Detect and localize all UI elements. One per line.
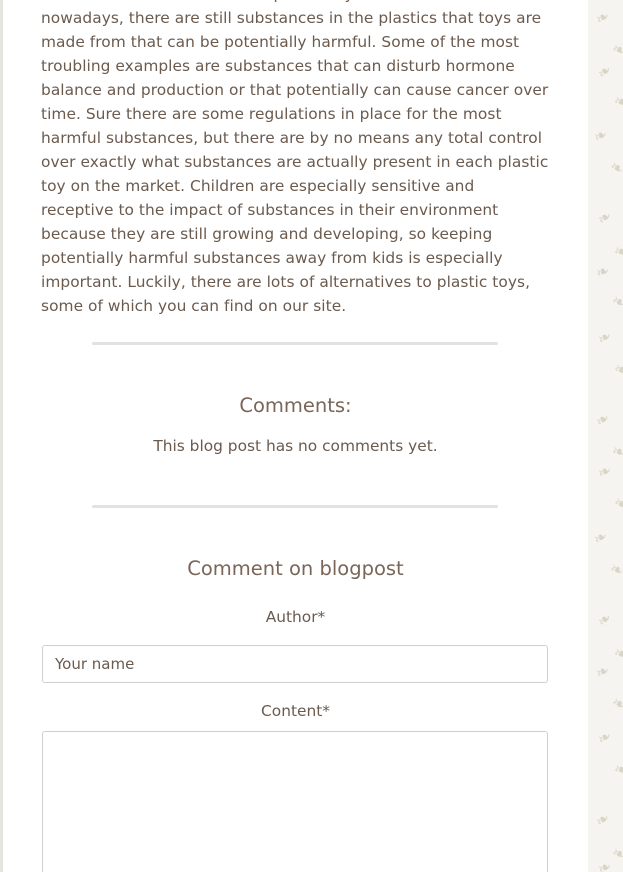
leaf-icon: ❧ (593, 325, 616, 350)
leaf-icon: ❧ (609, 842, 623, 865)
leaf-icon: ❧ (610, 492, 623, 516)
page: substances that were used in plastic toy… (0, 0, 623, 872)
content-textarea[interactable] (42, 731, 548, 872)
leaf-icon: ❧ (593, 608, 616, 632)
leaf-pattern-background: ❧ ❧ ❧ ❧ ❧ ❧ ❧ ❧ ❧ ❧ ❧ ❧ ❧ ❧ ❧ ❧ ❧ ❧ ❧ ❧ ❧ ❧ ❧ ❧ ❧ ❧ ❧ (588, 0, 623, 872)
leaf-icon: ❧ (592, 260, 613, 283)
leaf-icon: ❧ (592, 660, 613, 683)
leaf-icon: ❧ (611, 642, 623, 665)
leaf-icon: ❧ (611, 358, 623, 381)
blog-content-panel: substances that were used in plastic toy… (3, 0, 588, 872)
author-input[interactable] (42, 645, 548, 683)
leaf-icon: ❧ (589, 525, 612, 550)
leaf-icon: ❧ (590, 124, 611, 147)
leaf-icon: ❧ (610, 440, 623, 463)
no-comments-message: This blog post has no comments yet. (153, 437, 438, 455)
leaf-icon: ❧ (593, 60, 616, 84)
leaf-icon: ❧ (593, 725, 616, 750)
leaf-icon: ❧ (594, 460, 615, 483)
leaf-icon: ❧ (591, 807, 614, 832)
leaf-icon: ❧ (591, 5, 614, 30)
leaf-icon: ❧ (606, 155, 623, 180)
comments-title: Comments: (239, 394, 352, 417)
leaf-icon: ❧ (612, 758, 623, 781)
leaf-icon: ❧ (612, 240, 623, 263)
leaf-icon: ❧ (611, 90, 623, 113)
leaf-icon: ❧ (608, 692, 623, 715)
leaf-icon: ❧ (609, 38, 623, 61)
leaf-icon: ❧ (608, 290, 623, 313)
article-body: substances that were used in plastic toy… (41, 0, 549, 315)
leaf-icon: ❧ (607, 558, 623, 581)
comment-form-title: Comment on blogpost (187, 557, 404, 580)
content-label: Content* (261, 702, 330, 720)
divider-bottom (92, 505, 498, 508)
leaf-icon: ❧ (593, 205, 616, 230)
divider-top (92, 342, 498, 345)
leaf-icon: ❧ (591, 407, 614, 432)
author-label: Author* (265, 608, 326, 626)
